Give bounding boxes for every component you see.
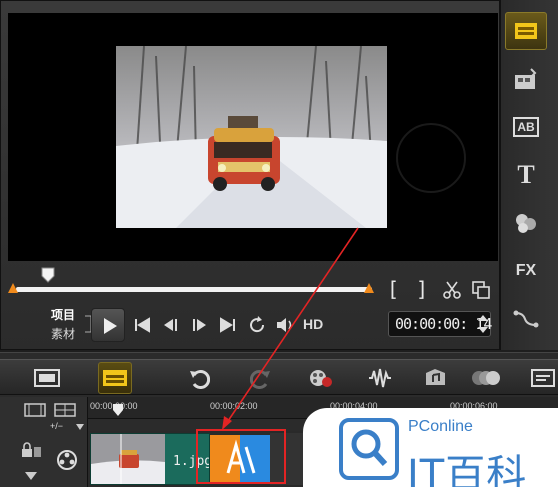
chevron-down-icon[interactable] (76, 424, 84, 430)
copy-icon[interactable] (471, 280, 491, 300)
timeline-clip-1[interactable]: 1.jpg (90, 433, 210, 485)
add-remove-track-button[interactable]: +/− (50, 421, 63, 431)
transition-label: AB (513, 117, 539, 137)
pconline-logo-icon (339, 418, 399, 480)
instant-project-icon[interactable] (505, 60, 547, 98)
timeline-view-icon[interactable] (98, 362, 132, 394)
title-icon[interactable]: T (505, 156, 547, 194)
watermark-text: IT百科 (407, 452, 528, 487)
track-manager-icon[interactable] (24, 403, 46, 417)
timecode-stepper-icon[interactable] (477, 313, 489, 335)
trim-end-marker[interactable] (364, 283, 374, 295)
track-lock-icon[interactable] (20, 441, 42, 459)
record-capture-icon[interactable] (306, 362, 334, 394)
clip-1-thumbnail (91, 434, 165, 484)
highlight-box (196, 429, 286, 484)
timeline-toolbar (0, 359, 558, 395)
previous-frame-icon[interactable] (161, 316, 181, 334)
preview-image (116, 46, 387, 228)
loading-ring (396, 123, 466, 193)
redo-icon[interactable] (248, 362, 274, 394)
path-icon[interactable] (505, 300, 547, 338)
mode-project-label[interactable]: 项目 (51, 306, 75, 325)
play-button[interactable] (91, 308, 125, 342)
subtitle-editor-icon[interactable] (530, 362, 556, 394)
go-to-start-icon[interactable] (133, 316, 151, 334)
preview-screen (8, 13, 498, 261)
collapse-track-icon[interactable] (24, 471, 38, 481)
watermark-brand: PConline (408, 418, 473, 435)
track-header: +/− (0, 397, 88, 487)
mode-clip-label[interactable]: 素材 (51, 325, 75, 344)
motion-tracking-icon[interactable] (470, 362, 502, 394)
filter-icon[interactable]: FX (505, 252, 547, 290)
auto-music-icon[interactable] (422, 362, 450, 394)
mode-switch[interactable]: 项目 素材 (51, 306, 75, 344)
volume-icon[interactable] (275, 315, 297, 335)
next-frame-icon[interactable] (189, 316, 209, 334)
chapter-point-icon[interactable] (54, 403, 76, 417)
timecode-field[interactable]: 00:00:00: 14 (388, 311, 492, 337)
go-to-end-icon[interactable] (219, 316, 237, 334)
mark-out-button[interactable]: ] (416, 277, 428, 301)
sound-mixer-icon[interactable] (366, 362, 394, 394)
scrub-handle[interactable] (41, 267, 55, 283)
scrub-bar[interactable] (16, 287, 372, 292)
graphics-icon[interactable] (505, 204, 547, 242)
playhead-marker[interactable] (112, 403, 124, 417)
trim-start-marker[interactable] (8, 283, 18, 295)
undo-icon[interactable] (186, 362, 212, 394)
mark-in-button[interactable]: [ (387, 277, 399, 301)
repeat-icon[interactable] (247, 315, 267, 335)
video-track-icon (57, 450, 77, 470)
storyboard-view-icon[interactable] (30, 362, 64, 394)
transition-icon[interactable]: AB (505, 108, 547, 146)
tool-column: AB T FX (500, 0, 558, 350)
media-library-icon[interactable] (505, 12, 547, 50)
scissors-icon[interactable] (442, 280, 462, 300)
hd-toggle[interactable]: HD (303, 316, 323, 332)
preview-panel: [ ] 项目 素材 HD 00:00:00: 14 (0, 0, 500, 350)
ruler-tick-label: 00:00:02:00 (210, 401, 258, 411)
